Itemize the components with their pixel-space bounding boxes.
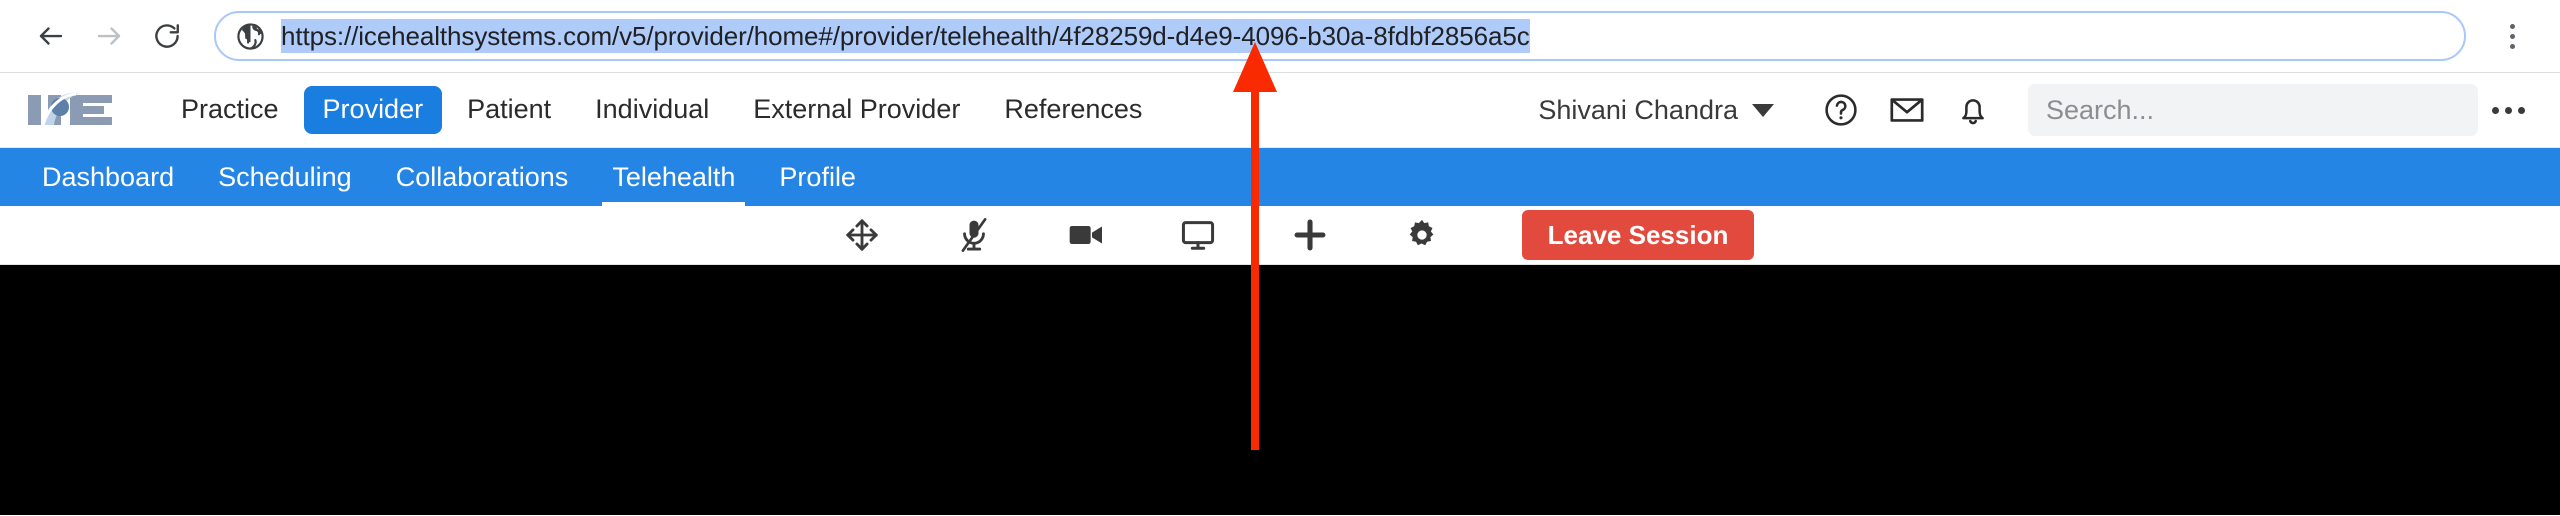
bell-icon[interactable] — [1940, 81, 2006, 139]
page-root: https://icehealthsystems.com/v5/provider… — [0, 0, 2560, 516]
user-name: Shivani Chandra — [1538, 94, 1738, 125]
address-bar[interactable]: https://icehealthsystems.com/v5/provider… — [214, 11, 2466, 61]
main-navigation: Practice Provider Patient Individual Ext… — [162, 86, 1161, 134]
telehealth-toolbar: Leave Session — [0, 206, 2560, 265]
user-menu[interactable]: Shivani Chandra — [1538, 95, 1808, 126]
nav-item-practice[interactable]: Practice — [162, 86, 298, 134]
kebab-dot — [2509, 43, 2515, 49]
search-box[interactable] — [2028, 84, 2478, 136]
video-camera-icon[interactable] — [1030, 206, 1142, 265]
back-button[interactable] — [22, 7, 80, 65]
kebab-dot — [2509, 33, 2515, 39]
subnav-item-profile[interactable]: Profile — [757, 148, 878, 206]
nav-item-references[interactable]: References — [985, 86, 1161, 134]
header-right-cluster: Shivani Chandra — [1538, 81, 2538, 139]
nav-item-patient[interactable]: Patient — [448, 86, 570, 134]
telehealth-video-stage[interactable] — [0, 265, 2560, 515]
forward-button[interactable] — [80, 7, 138, 65]
overflow-dot — [2504, 106, 2512, 114]
chevron-down-icon — [1752, 103, 1774, 117]
sub-navigation: Dashboard Scheduling Collaborations Tele… — [0, 148, 2560, 206]
subnav-item-collaborations[interactable]: Collaborations — [374, 148, 591, 206]
overflow-dot — [2491, 106, 2499, 114]
gear-icon[interactable] — [1366, 206, 1478, 265]
reload-button[interactable] — [138, 7, 196, 65]
globe-icon — [236, 22, 265, 51]
overflow-dot — [2517, 106, 2525, 114]
ice-logo[interactable] — [26, 87, 118, 133]
help-icon[interactable] — [1808, 81, 1874, 139]
plus-icon[interactable] — [1254, 206, 1366, 265]
browser-toolbar: https://icehealthsystems.com/v5/provider… — [0, 0, 2560, 73]
header-overflow-button[interactable] — [2478, 82, 2538, 138]
app-header: Practice Provider Patient Individual Ext… — [0, 73, 2560, 148]
nav-item-provider[interactable]: Provider — [303, 86, 443, 134]
subnav-item-telehealth[interactable]: Telehealth — [590, 148, 757, 206]
search-input[interactable] — [2046, 94, 2460, 126]
subnav-item-scheduling[interactable]: Scheduling — [196, 148, 374, 206]
leave-session-button[interactable]: Leave Session — [1521, 209, 1755, 261]
move-icon[interactable] — [806, 206, 918, 265]
nav-item-external-provider[interactable]: External Provider — [734, 86, 979, 134]
kebab-dot — [2509, 23, 2515, 29]
microphone-muted-icon[interactable] — [918, 206, 1030, 265]
mail-icon[interactable] — [1874, 81, 1940, 139]
address-bar-url[interactable]: https://icehealthsystems.com/v5/provider… — [281, 19, 1530, 53]
screen-share-icon[interactable] — [1142, 206, 1254, 265]
browser-menu-button[interactable] — [2492, 10, 2532, 62]
nav-item-individual[interactable]: Individual — [576, 86, 728, 134]
subnav-item-dashboard[interactable]: Dashboard — [20, 148, 196, 206]
